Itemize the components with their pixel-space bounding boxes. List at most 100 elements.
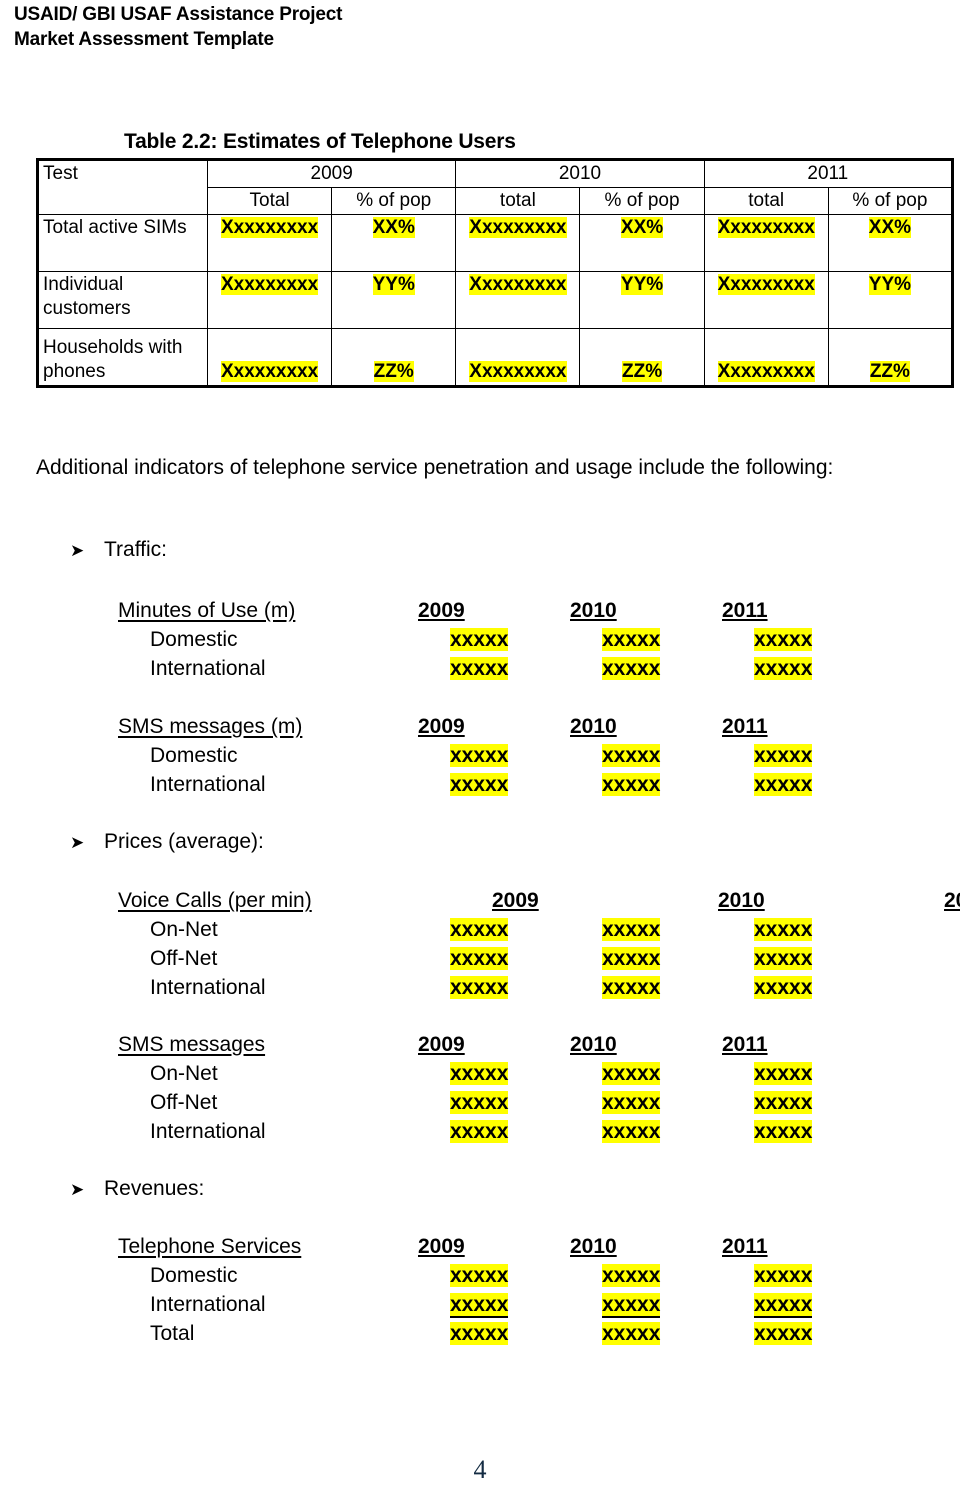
cell-international-2010: xxxxx (602, 657, 661, 680)
block-row-off-net: Off-Net xxxxx xxxxx xxxxx (118, 1088, 906, 1117)
cell-off-net-2009: xxxxx (450, 1091, 509, 1114)
cell-households-2011-pct: ZZ% (827, 328, 954, 387)
row-label-on-net: On-Net (150, 1062, 218, 1085)
cell-domestic-2009: xxxxx (450, 1264, 509, 1287)
year-2010: 2010 (570, 715, 617, 738)
table-corner-label: Test (37, 159, 208, 215)
block-heading-sms-messages: SMS messages (118, 1033, 266, 1056)
cell-on-net-2011: xxxxx (754, 1062, 813, 1085)
block-heading-minutes-of-use: Minutes of Use (m) (118, 599, 296, 622)
bullet-traffic: ➤ Traffic: (70, 536, 167, 565)
cell-individual-customers-2009-total: Xxxxxxxxx (206, 271, 333, 329)
year-2011: 2011 (722, 599, 768, 622)
row-label-households-with-phones: Households with phones (37, 328, 208, 387)
subheader-2011-total: total (703, 187, 829, 215)
arrow-bullet-icon: ➤ (70, 541, 85, 561)
year-2009: 2009 (418, 599, 465, 622)
block-header-row: SMS messages 2009 2010 2011 (118, 1030, 906, 1059)
year-2009: 2009 (418, 715, 465, 738)
cell-on-net-2009: xxxxx (450, 1062, 509, 1085)
cell-total-2011: xxxxx (754, 1322, 813, 1345)
block-heading-voice-calls: Voice Calls (per min) (118, 889, 312, 912)
row-label-on-net: On-Net (150, 918, 218, 941)
cell-international-2011: xxxxx (754, 1120, 813, 1143)
row-label-international: International (150, 1120, 266, 1143)
year-2010: 2010 (718, 889, 765, 912)
year-2011: 2011 (722, 1235, 768, 1258)
year-2011: 2011 (722, 715, 768, 738)
block-row-international: International xxxxx xxxxx xxxxx (118, 1117, 906, 1146)
cell-off-net-2010: xxxxx (602, 947, 661, 970)
cell-international-2010: xxxxx (602, 1293, 661, 1318)
cell-individual-customers-2010-total: Xxxxxxxxx (455, 271, 581, 329)
year-2010: 2010 (570, 1235, 617, 1258)
cell-total-active-sims-2011-pct: XX% (827, 214, 954, 272)
cell-international-2011: xxxxx (754, 976, 813, 999)
cell-international-2009: xxxxx (450, 773, 509, 796)
cell-domestic-2010: xxxxx (602, 1264, 661, 1287)
block-header-row: Minutes of Use (m) 2009 2010 2011 (118, 596, 906, 625)
cell-total-active-sims-2010-total: Xxxxxxxxx (455, 214, 581, 272)
cell-off-net-2011: xxxxx (754, 1091, 813, 1114)
subheader-2010-pct: % of pop (579, 187, 705, 215)
block-sms-messages-m: SMS messages (m) 2009 2010 2011 Domestic… (118, 712, 906, 799)
row-label-domestic: Domestic (150, 1264, 238, 1287)
cell-individual-customers-2011-pct: YY% (827, 271, 954, 329)
block-header-row: Telephone Services 2009 2010 2011 (118, 1232, 906, 1261)
bullet-revenues: ➤ Revenues: (70, 1175, 204, 1204)
cell-off-net-2011: xxxxx (754, 947, 813, 970)
block-sms-messages: SMS messages 2009 2010 2011 On-Net xxxxx… (118, 1030, 906, 1146)
cell-total-active-sims-2011-total: Xxxxxxxxx (703, 214, 829, 272)
block-minutes-of-use: Minutes of Use (m) 2009 2010 2011 Domest… (118, 596, 906, 683)
document-running-header: USAID/ GBI USAF Assistance Project Marke… (14, 2, 342, 52)
bullet-label-revenues: Revenues: (104, 1177, 205, 1200)
row-label-off-net: Off-Net (150, 1091, 218, 1114)
block-voice-calls: Voice Calls (per min) 2009 2010 2011 On-… (118, 886, 960, 1002)
block-row-off-net: Off-Net xxxxx xxxxx xxxxx (118, 944, 960, 973)
cell-international-2010: xxxxx (602, 773, 661, 796)
cell-domestic-2011: xxxxx (754, 1264, 813, 1287)
cell-households-2011-total: Xxxxxxxxx (703, 328, 829, 387)
telephone-users-table: Test 2009 2010 2011 Total % of pop total… (36, 158, 954, 388)
year-2010: 2010 (570, 599, 617, 622)
cell-total-active-sims-2010-pct: XX% (579, 214, 705, 272)
bullet-label-traffic: Traffic: (104, 538, 168, 561)
block-row-on-net: On-Net xxxxx xxxxx xxxxx (118, 1059, 906, 1088)
cell-international-2010: xxxxx (602, 976, 661, 999)
block-telephone-services: Telephone Services 2009 2010 2011 Domest… (118, 1232, 906, 1348)
block-row-domestic: Domestic xxxxx xxxxx xxxxx (118, 741, 906, 770)
row-label-international: International (150, 657, 266, 680)
subheader-2011-pct: % of pop (827, 187, 954, 215)
page-number: 4 (473, 1455, 487, 1484)
year-2009: 2009 (418, 1033, 465, 1056)
cell-total-active-sims-2009-total: Xxxxxxxxx (206, 214, 333, 272)
subheader-2009-total: Total (206, 187, 333, 215)
row-label-international: International (150, 773, 266, 796)
cell-total-active-sims-2009-pct: XX% (331, 214, 457, 272)
subheader-2009-pct: % of pop (331, 187, 457, 215)
year-2009: 2009 (492, 889, 539, 912)
row-label-off-net: Off-Net (150, 947, 218, 970)
block-row-international: International xxxxx xxxxx xxxxx (118, 770, 906, 799)
block-heading-sms-messages-m: SMS messages (m) (118, 715, 303, 738)
cell-individual-customers-2009-pct: YY% (331, 271, 457, 329)
arrow-bullet-icon: ➤ (70, 833, 85, 853)
cell-international-2011: xxxxx (754, 773, 813, 796)
cell-international-2010: xxxxx (602, 1120, 661, 1143)
table-title: Table 2.2: Estimates of Telephone Users (124, 130, 516, 153)
cell-off-net-2010: xxxxx (602, 1091, 661, 1114)
cell-on-net-2010: xxxxx (602, 918, 661, 941)
cell-households-2009-total: Xxxxxxxxx (206, 328, 333, 387)
row-label-international: International (150, 976, 266, 999)
block-header-row: Voice Calls (per min) 2009 2010 2011 (118, 886, 960, 915)
cell-households-2010-pct: ZZ% (579, 328, 705, 387)
block-row-international: International xxxxx xxxxx xxxxx (118, 654, 906, 683)
block-row-total: Total xxxxx xxxxx xxxxx (118, 1319, 906, 1348)
cell-individual-customers-2010-pct: YY% (579, 271, 705, 329)
row-label-international: International (150, 1293, 266, 1316)
bullet-prices: ➤ Prices (average): (70, 828, 264, 857)
cell-individual-customers-2011-total: Xxxxxxxxx (703, 271, 829, 329)
header-line-2: Market Assessment Template (14, 29, 274, 50)
cell-international-2011: xxxxx (754, 657, 813, 680)
arrow-bullet-icon: ➤ (70, 1180, 85, 1200)
